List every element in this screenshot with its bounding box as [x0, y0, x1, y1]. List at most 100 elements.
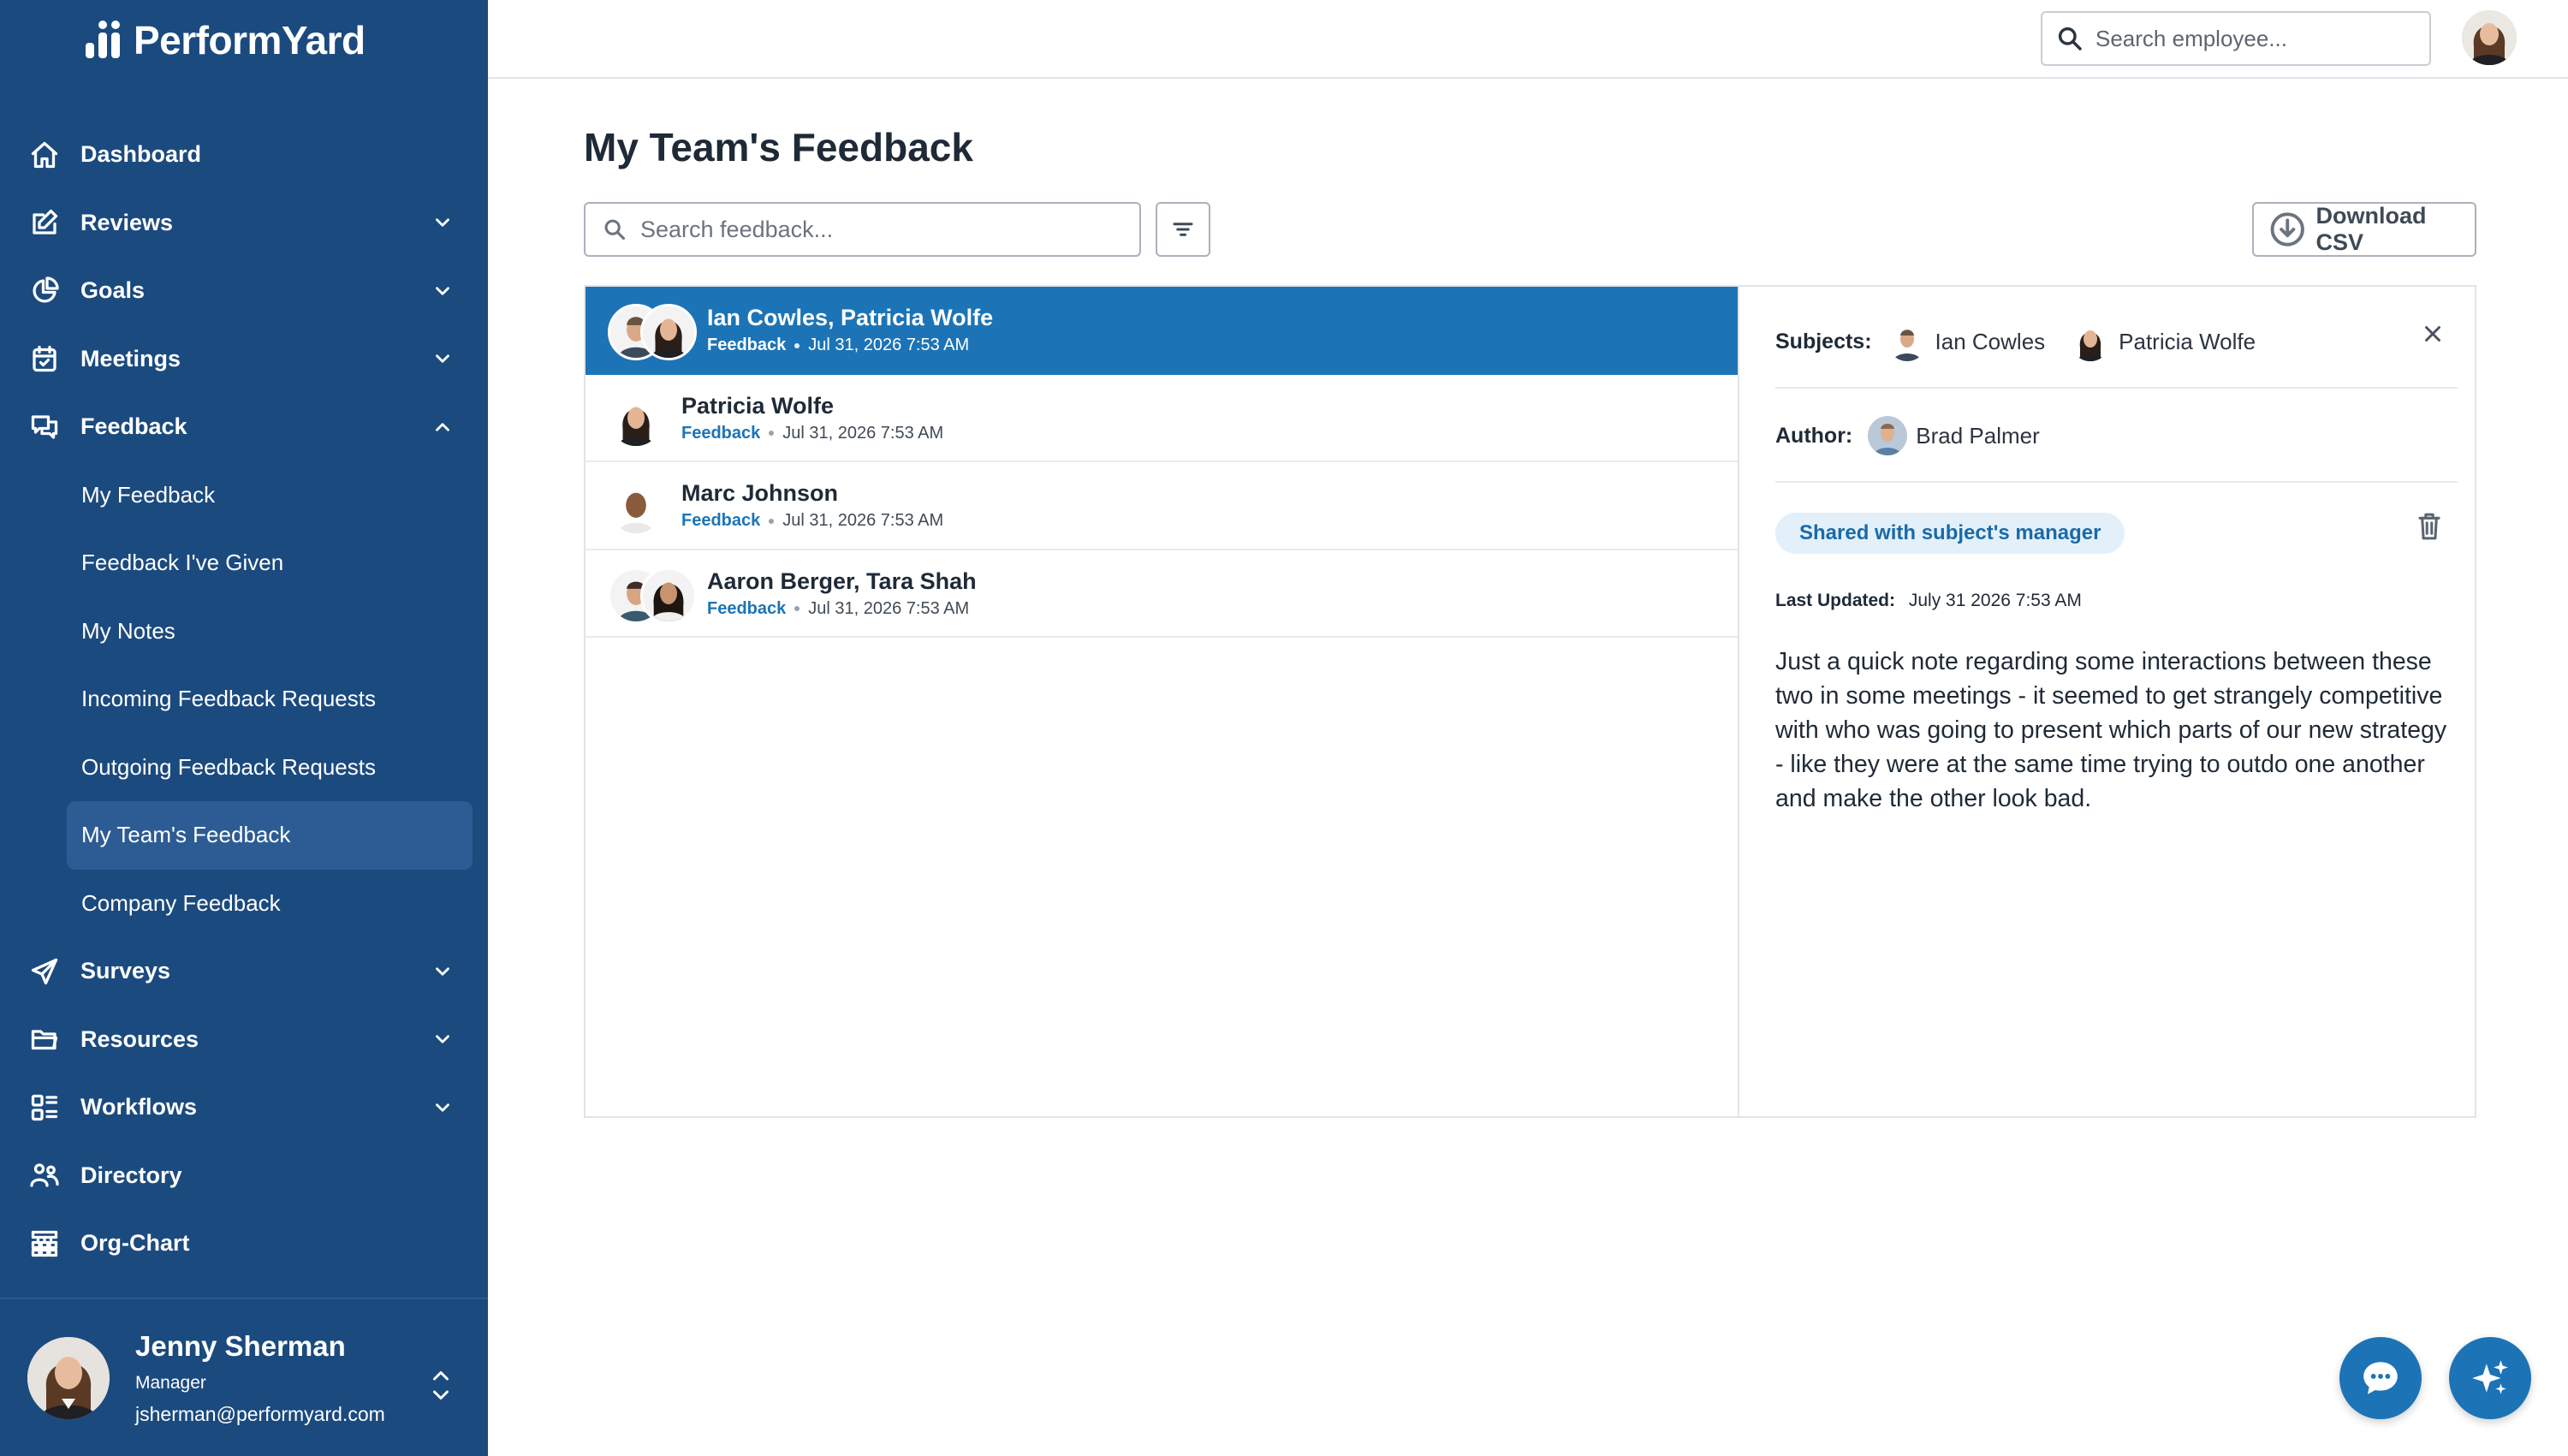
feedback-row[interactable]: Marc Johnson Feedback Jul 31, 2026 7:53 …: [586, 462, 1738, 550]
sidebar-subitem-outgoing-requests[interactable]: Outgoing Feedback Requests: [0, 734, 488, 802]
sidebar-item-org-chart[interactable]: Org-Chart: [0, 1209, 488, 1278]
chevron-down-icon[interactable]: [431, 348, 454, 370]
sidebar-item-label: Org-Chart: [80, 1230, 190, 1257]
download-csv-button[interactable]: Download CSV: [2252, 202, 2476, 257]
workflow-grid-icon: [26, 1089, 63, 1126]
user-menu-toggle-icon[interactable]: [428, 1358, 454, 1409]
avatar: [608, 391, 664, 449]
feedback-search-input[interactable]: [640, 216, 1120, 243]
separator-dot: [769, 431, 775, 436]
sidebar-item-directory[interactable]: Directory: [0, 1142, 488, 1210]
employee-search-input[interactable]: [2095, 25, 2421, 52]
divider: [1775, 387, 2458, 389]
ai-assistant-button[interactable]: [2449, 1337, 2531, 1419]
avatar: [2071, 322, 2111, 361]
employee-search[interactable]: [2041, 11, 2431, 66]
avatar[interactable]: [2462, 10, 2517, 65]
chat-icon: [2363, 1362, 2398, 1394]
edit-icon: [26, 204, 63, 241]
sidebar-item-label: Meetings: [80, 345, 181, 371]
row-type: Feedback: [681, 511, 761, 530]
chevron-down-icon[interactable]: [431, 1028, 454, 1050]
row-meta: Feedback Jul 31, 2026 7:53 AM: [707, 336, 969, 355]
current-user-card: Jenny Sherman Manager jsherman@performya…: [0, 1298, 488, 1456]
filter-icon: [1173, 223, 1193, 236]
feedback-row[interactable]: Ian Cowles, Patricia Wolfe Feedback Jul …: [586, 287, 1738, 375]
close-icon[interactable]: [2420, 321, 2446, 347]
download-icon: [2270, 212, 2304, 247]
feedback-search[interactable]: [584, 202, 1141, 257]
filter-button[interactable]: [1156, 202, 1210, 257]
people-icon: [26, 1156, 63, 1194]
logo-text: PerformYard: [134, 18, 366, 62]
author-name: Brad Palmer: [1916, 422, 2040, 449]
separator-dot: [794, 606, 800, 611]
sidebar-item-surveys[interactable]: Surveys: [0, 937, 488, 1006]
row-type: Feedback: [707, 598, 787, 618]
user-role: Manager: [135, 1373, 206, 1393]
avatar: [608, 479, 664, 536]
visibility-badge: Shared with subject's manager: [1775, 513, 2125, 554]
author-person[interactable]: Brad Palmer: [1868, 416, 2040, 455]
sidebar-item-meetings[interactable]: Meetings: [0, 325, 488, 394]
feedback-row[interactable]: Aaron Berger, Tara Shah Feedback Jul 31,…: [586, 550, 1738, 638]
sidebar-item-resources[interactable]: Resources: [0, 1006, 488, 1074]
chevron-down-icon[interactable]: [431, 211, 454, 234]
author-label: Author:: [1775, 423, 1853, 448]
row-date: Jul 31, 2026 7:53 AM: [808, 336, 970, 354]
subject-person[interactable]: Ian Cowles: [1887, 322, 2045, 361]
sidebar-subitem-incoming-requests[interactable]: Incoming Feedback Requests: [0, 665, 488, 734]
chevron-down-icon[interactable]: [431, 960, 454, 983]
last-updated: Last Updated: July 31 2026 7:53 AM: [1775, 591, 2082, 611]
chevron-down-icon[interactable]: [431, 280, 454, 302]
sidebar-subitem-company-feedback[interactable]: Company Feedback: [0, 870, 488, 938]
logo-mark-icon: [86, 21, 125, 60]
sidebar-item-label: Surveys: [80, 958, 171, 984]
chevron-up-icon[interactable]: [431, 416, 454, 438]
avatar[interactable]: [27, 1337, 110, 1419]
sidebar-item-label: Feedback: [80, 413, 187, 440]
feedback-detail: Subjects: Ian Cowles Patricia Wolfe Auth…: [1741, 287, 2475, 1116]
performyard-logo[interactable]: PerformYard: [86, 18, 366, 62]
last-updated-value: July 31 2026 7:53 AM: [1908, 591, 2082, 610]
download-csv-label: Download CSV: [2315, 203, 2427, 255]
feedback-panel: Ian Cowles, Patricia Wolfe Feedback Jul …: [584, 285, 2476, 1118]
search-icon: [604, 219, 626, 241]
calendar-icon: [26, 340, 63, 377]
sidebar-nav: Dashboard Reviews Goals Meetings Feedbac…: [0, 121, 488, 1278]
chevron-down-icon[interactable]: [431, 1096, 454, 1119]
sidebar-item-feedback[interactable]: Feedback: [0, 393, 488, 461]
row-type: Feedback: [681, 423, 761, 443]
sidebar-item-label: Goals: [80, 277, 146, 304]
feedback-list: Ian Cowles, Patricia Wolfe Feedback Jul …: [586, 287, 1739, 1116]
user-name: Jenny Sherman: [135, 1330, 346, 1362]
chat-button[interactable]: [2339, 1337, 2422, 1419]
row-meta: Feedback Jul 31, 2026 7:53 AM: [681, 424, 943, 443]
feedback-row[interactable]: Patricia Wolfe Feedback Jul 31, 2026 7:5…: [586, 375, 1738, 462]
sidebar-item-workflows[interactable]: Workflows: [0, 1073, 488, 1142]
sidebar-item-label: Dashboard: [80, 141, 202, 168]
row-names: Ian Cowles, Patricia Wolfe: [707, 305, 994, 330]
sidebar-item-reviews[interactable]: Reviews: [0, 189, 488, 258]
subject-name: Patricia Wolfe: [2119, 328, 2256, 354]
home-icon: [26, 136, 63, 174]
org-chart-icon: [26, 1225, 63, 1263]
subjects-label: Subjects:: [1775, 329, 1872, 354]
sidebar-subitem-my-feedback[interactable]: My Feedback: [0, 461, 488, 530]
sidebar-subitem-my-notes[interactable]: My Notes: [0, 597, 488, 666]
subject-person[interactable]: Patricia Wolfe: [2071, 322, 2256, 361]
trash-icon[interactable]: [2415, 511, 2444, 542]
sidebar-subitem-feedback-given[interactable]: Feedback I've Given: [0, 529, 488, 597]
search-icon: [2058, 27, 2082, 51]
row-date: Jul 31, 2026 7:53 AM: [782, 511, 944, 530]
sparkle-icon: [2472, 1360, 2508, 1394]
page-title: My Team's Feedback: [584, 125, 973, 169]
sidebar-item-label: Reviews: [80, 209, 174, 235]
sidebar-subitem-my-teams-feedback[interactable]: My Team's Feedback: [67, 801, 473, 870]
sidebar-item-dashboard[interactable]: Dashboard: [0, 121, 488, 189]
sidebar-item-goals[interactable]: Goals: [0, 257, 488, 325]
row-type: Feedback: [707, 336, 787, 354]
author-row: Author: Brad Palmer: [1775, 412, 2040, 460]
feedback-body: Just a quick note regarding some interac…: [1775, 648, 2447, 812]
user-email: jsherman@performyard.com: [135, 1403, 385, 1425]
